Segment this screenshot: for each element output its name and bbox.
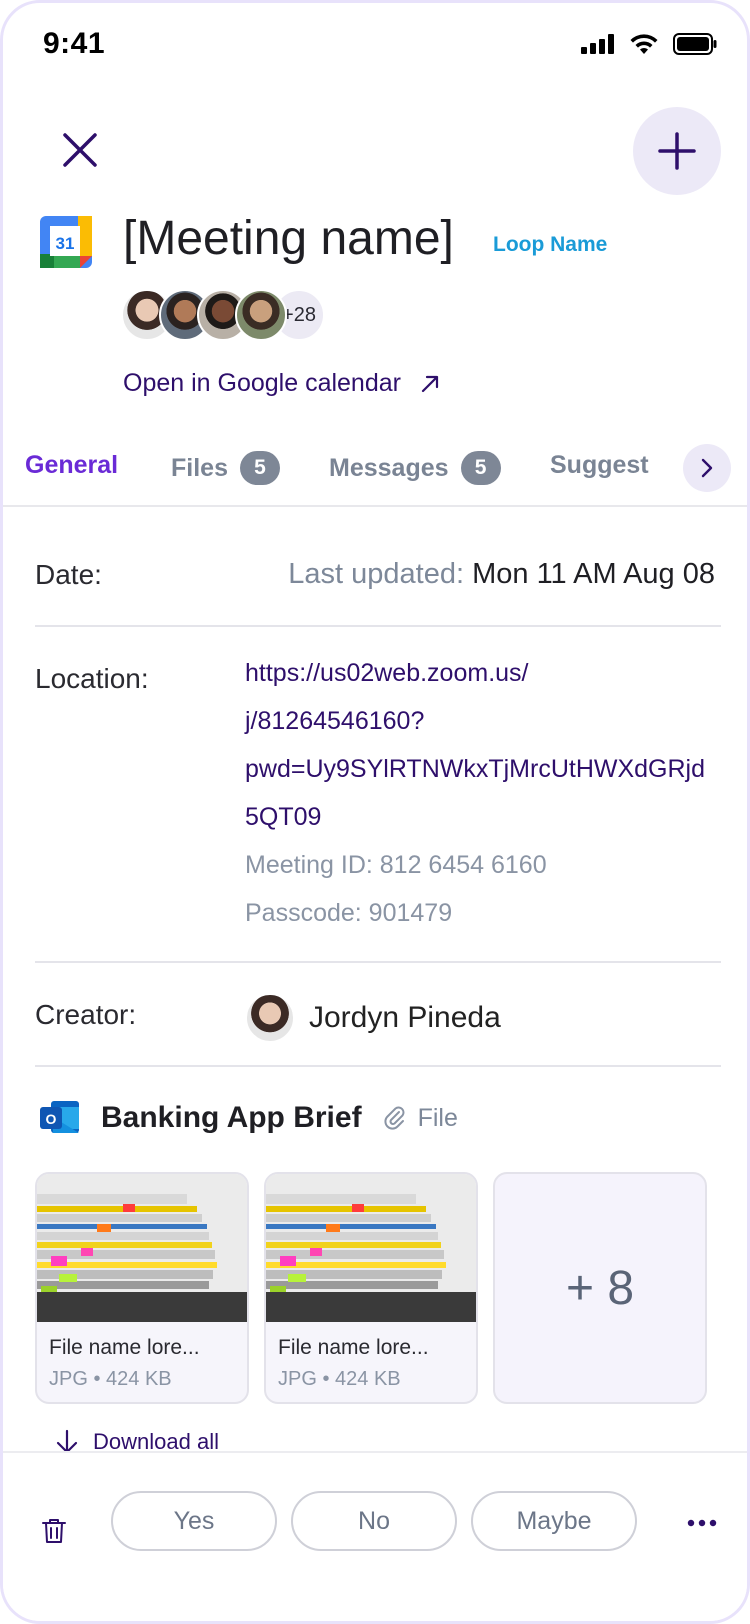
divider [35,961,721,963]
attachment-type: File [382,1104,458,1133]
trash-icon [42,1519,66,1543]
last-updated: Last updated: Mon 11 AM Aug 08 [288,558,715,591]
attachment-header: O Banking App Brief File [39,1099,458,1137]
status-icons [581,33,717,55]
file-card[interactable]: File name lore... JPG • 424 KB [35,1172,249,1404]
svg-text:O: O [46,1111,57,1127]
creator-label: Creator: [35,999,137,1030]
location-link-line[interactable]: 5QT09 [245,803,321,832]
file-meta: JPG • 424 KB [49,1368,172,1390]
app-screen: 9:41 31 [Meeting name] Loop Name +28 Ope… [0,0,750,1624]
avatar [235,289,287,341]
file-name: File name lore... [49,1336,200,1359]
more-horizontal-icon [687,1519,717,1527]
tab-files-label: Files [171,453,228,482]
external-link-icon [421,375,439,392]
creator-name: Jordyn Pineda [309,1001,501,1034]
add-button[interactable] [633,107,721,195]
paperclip-icon [384,1106,405,1130]
files-count-badge: 5 [239,451,280,485]
meeting-passcode: Passcode: 901479 [245,899,453,927]
more-options-button[interactable] [687,1515,717,1533]
loop-name-link[interactable]: Loop Name [493,233,607,257]
file-card[interactable]: File name lore... JPG • 424 KB [264,1172,478,1404]
tab-general[interactable]: General [25,451,118,480]
attendee-avatars[interactable]: +28 [121,289,325,341]
meeting-title: [Meeting name] [123,212,454,265]
tab-messages-label: Messages [329,453,449,482]
last-updated-value: Mon 11 AM Aug 08 [472,558,715,590]
divider [35,1065,721,1067]
rsvp-bar: Yes No Maybe [3,1451,747,1621]
rsvp-maybe-button[interactable]: Maybe [471,1491,637,1551]
tabs-scroll-right-button[interactable] [683,444,731,492]
signal-icon [581,34,614,54]
outlook-icon: O [40,1101,79,1133]
location-link-line[interactable]: j/81264546160? [245,707,424,736]
divider [35,625,721,627]
tab-general-label: General [25,451,119,479]
rsvp-yes-button[interactable]: Yes [111,1491,277,1551]
meeting-id: Meeting ID: 812 6454 6160 [245,851,547,879]
open-google-calendar-link[interactable]: Open in Google calendar [123,369,441,398]
status-time: 9:41 [43,27,106,60]
location-link-line[interactable]: https://us02web.zoom.us/ [245,659,528,688]
file-thumbnail [266,1174,476,1322]
delete-button[interactable] [41,1517,67,1550]
calendar-logo-text: 31 [56,234,75,253]
file-meta: JPG • 424 KB [278,1368,401,1390]
attachment-title: Banking App Brief [101,1101,362,1134]
open-google-calendar-label: Open in Google calendar [123,369,401,397]
last-updated-label: Last updated: [288,558,465,590]
date-label: Date: [35,559,102,590]
file-thumbnail [37,1174,247,1322]
tab-bar: General Files 5 Messages 5 Suggest [3,443,747,507]
close-button[interactable] [55,125,105,175]
more-files-button[interactable]: + 8 [493,1172,707,1404]
plus-icon [658,132,696,170]
tab-files[interactable]: Files 5 [171,451,280,485]
messages-count-badge: 5 [460,451,501,485]
location-label: Location: [35,663,149,694]
rsvp-no-button[interactable]: No [291,1491,457,1551]
location-link-line[interactable]: pwd=Uy9SYlRTNWkxTjMrcUtHWXdGRjd [245,755,705,784]
paper-stack-image [266,1174,476,1322]
attachment-type-label: File [417,1103,458,1132]
chevron-right-icon [701,458,713,478]
active-tab-indicator [25,501,129,505]
tab-suggest[interactable]: Suggest [550,451,649,480]
tab-suggest-label: Suggest [550,451,649,479]
paper-stack-image [37,1174,247,1322]
file-name: File name lore... [278,1336,429,1359]
wifi-icon [630,34,658,54]
battery-icon [673,33,717,55]
tab-messages[interactable]: Messages 5 [329,451,501,485]
creator[interactable]: Jordyn Pineda [245,993,501,1043]
close-icon [63,133,97,167]
google-calendar-logo: 31 [40,216,92,268]
creator-avatar [245,993,295,1043]
